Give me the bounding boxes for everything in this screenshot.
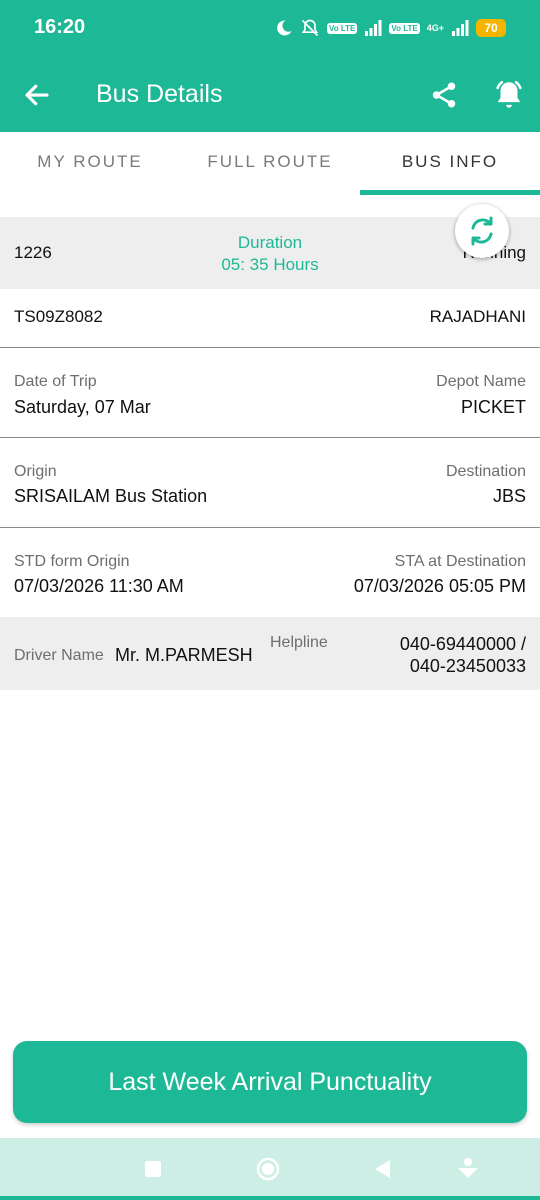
bus-type: RAJADHANI [429,307,526,326]
nav-accent-line [0,1196,540,1200]
service-number: 1226 [14,243,52,262]
helpline-number-2[interactable]: 040-23450033 [410,656,526,677]
origin-value: SRISAILAM Bus Station [14,486,208,506]
driver-value: Mr. M.PARMESH [115,645,253,665]
moon-icon [277,20,292,36]
volte-badge-1: Vo LTE [326,22,358,34]
helpline-number-1[interactable]: 040-69440000 / [400,634,526,655]
depot-value: PICKET [460,397,526,417]
share-icon[interactable] [429,80,459,110]
std-value: 07/03/2026 11:30 AM [14,576,184,596]
vehicle-number: TS09Z8082 [14,307,103,326]
nav-recents-icon[interactable] [140,1156,166,1182]
app-screen: { "status_bar": { "time": "16:20", "badg… [0,0,540,1200]
status-bar: 16:20 Vo LTE Vo LTE 4G+ 70 [0,0,540,58]
helpline-label: Helpline [270,634,328,651]
tab-bus-info[interactable]: BUS INFO [360,152,540,172]
tab-my-route[interactable]: MY ROUTE [0,152,180,172]
schedule-row: STD form Origin 07/03/2026 11:30 AM STA … [0,529,540,617]
refresh-icon [471,216,493,246]
nav-assistant-icon[interactable] [455,1156,481,1182]
tab-bar: MY ROUTE FULL ROUTE BUS INFO [0,132,540,196]
app-bar: Bus Details [0,58,540,132]
driver-helpline-row: Driver Name Mr. M.PARMESH Helpline 040-6… [0,617,540,690]
signal-icon-1 [365,20,382,36]
origin-destination-row: Origin SRISAILAM Bus Station Destination… [0,439,540,528]
sta-value: 07/03/2026 05:05 PM [353,576,526,596]
date-label: Date of Trip [14,373,97,390]
signal-icon-2 [452,20,469,36]
destination-value: JBS [492,486,526,506]
active-tab-indicator [360,190,540,195]
system-nav-bar [0,1138,540,1200]
depot-label: Depot Name [436,373,526,390]
date-depot-row: Date of Trip Saturday, 07 Mar Depot Name… [0,349,540,438]
origin-label: Origin [14,463,57,480]
std-label: STD form Origin [14,553,130,570]
back-arrow-icon[interactable] [22,80,52,110]
sta-label: STA at Destination [394,553,526,570]
network-type: 4G+ [426,23,444,33]
nav-back-icon[interactable] [370,1156,396,1182]
date-value: Saturday, 07 Mar [14,397,151,417]
volte-badge-2: Vo LTE [389,22,420,34]
duration-value: 05: 35 Hours [221,255,319,274]
page-title: Bus Details [96,80,223,108]
destination-label: Destination [445,463,526,480]
arrival-punctuality-button[interactable]: Last Week Arrival Punctuality [13,1041,527,1123]
refresh-button[interactable] [455,204,509,258]
nav-home-icon[interactable] [255,1156,281,1182]
status-icons: Vo LTE Vo LTE 4G+ 70 [275,16,506,40]
status-time: 16:20 [34,16,86,38]
battery-indicator: 70 [476,19,506,37]
vehicle-row: TS09Z8082 RAJADHANI [0,289,540,348]
driver-label: Driver Name [14,647,104,664]
duration-label: Duration [237,233,303,252]
mute-icon [301,19,319,37]
tab-full-route[interactable]: FULL ROUTE [180,152,360,172]
bell-alert-icon[interactable] [492,78,526,112]
